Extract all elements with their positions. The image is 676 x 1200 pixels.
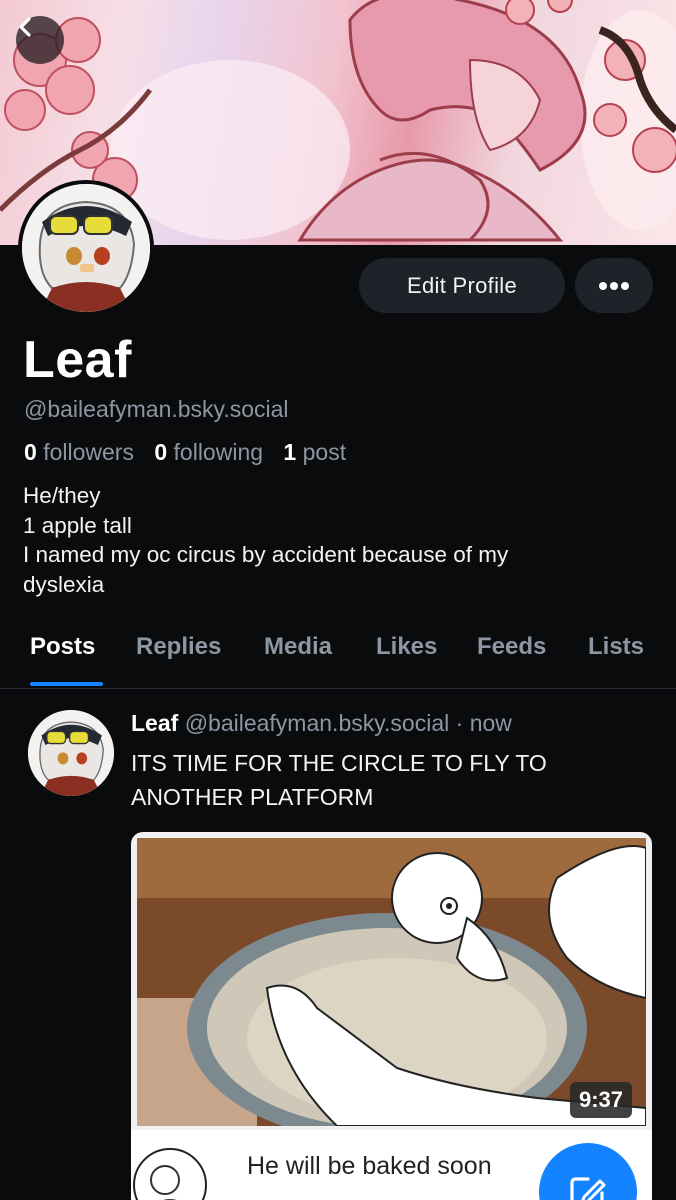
profile-avatar[interactable] (18, 180, 154, 316)
post-text: ITS TIME FOR THE CIRCLE TO FLY TO ANOTHE… (131, 746, 631, 814)
post-author-name[interactable]: Leaf (131, 710, 178, 736)
following-link[interactable]: 0 following (154, 439, 263, 465)
profile-tabs: Posts Replies Media Likes Feeds Lists (0, 630, 676, 689)
compose-icon (570, 1177, 606, 1200)
post-separator: · (455, 710, 464, 736)
followers-link[interactable]: 0 followers (24, 439, 134, 465)
posts-stat: 1 post (283, 439, 346, 465)
post-author-avatar[interactable] (28, 710, 114, 796)
back-button[interactable] (16, 16, 64, 64)
following-label: following (173, 439, 264, 465)
bio-line: He/they (23, 483, 101, 508)
active-tab-indicator (30, 682, 103, 686)
video-thumbnail[interactable]: 9:37 (137, 838, 646, 1126)
edit-profile-button[interactable]: Edit Profile (359, 258, 565, 313)
tab-replies[interactable]: Replies (136, 633, 221, 661)
profile-stats: 0 followers 0 following 1 post (24, 439, 346, 466)
tab-likes[interactable]: Likes (376, 633, 437, 661)
profile-bio: He/they 1 apple tall I named my oc circu… (23, 481, 643, 599)
bio-line: I named my oc circus by accident because… (23, 542, 509, 567)
post-timestamp: now (469, 710, 512, 736)
profile-handle: @baileafyman.bsky.social (24, 396, 289, 422)
posts-label: post (302, 439, 347, 465)
followers-count: 0 (24, 439, 37, 465)
tab-feeds[interactable]: Feeds (477, 633, 546, 661)
tab-posts[interactable]: Posts (30, 633, 95, 661)
post-header: Leaf @baileafyman.bsky.social · now (131, 710, 512, 737)
avatar-image (22, 184, 150, 312)
display-name: Leaf (23, 331, 132, 389)
post-text-line: ANOTHER PLATFORM (131, 784, 374, 810)
tab-media[interactable]: Media (264, 633, 332, 661)
video-duration: 9:37 (569, 1082, 632, 1118)
bio-line: dyslexia (23, 571, 105, 597)
more-options-button[interactable] (575, 258, 653, 313)
profile-screen: Edit Profile Leaf @baileafyman.bsky.soci… (0, 0, 676, 1200)
post-author-handle[interactable]: @baileafyman.bsky.social (185, 710, 450, 736)
ellipsis-icon (599, 281, 629, 290)
posts-count: 1 (283, 439, 297, 465)
embed-title: He will be baked soon (247, 1152, 492, 1180)
bio-line: 1 apple tall (23, 512, 132, 538)
embed-channel-avatar (133, 1148, 207, 1200)
following-count: 0 (154, 439, 168, 465)
followers-label: followers (43, 439, 134, 465)
post-text-line: ITS TIME FOR THE CIRCLE TO FLY TO (131, 750, 547, 776)
chevron-left-icon (19, 17, 31, 37)
tab-lists[interactable]: Lists (588, 633, 644, 661)
